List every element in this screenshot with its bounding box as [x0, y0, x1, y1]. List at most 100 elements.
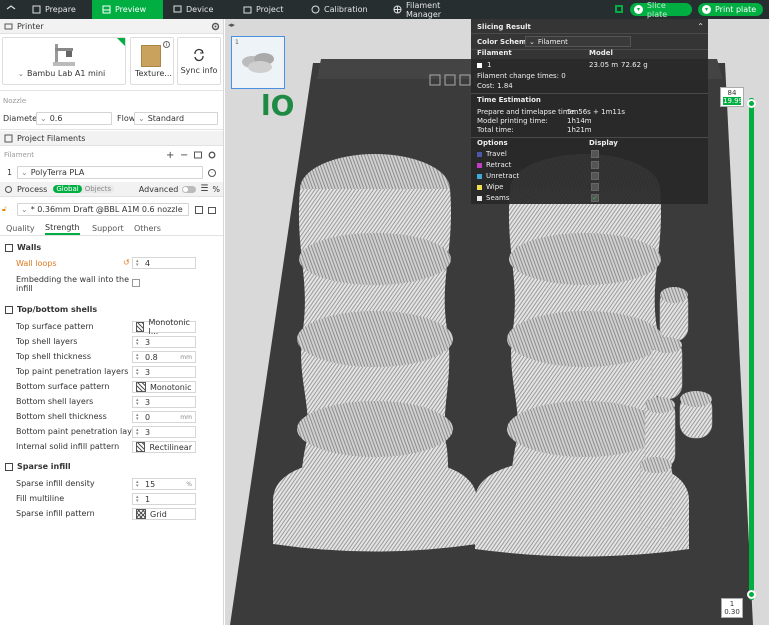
reset-icon[interactable]: ↺ — [123, 258, 130, 267]
process-tabs: Quality Strength Support Others — [0, 222, 223, 236]
filament-color-swatch — [477, 61, 486, 69]
option-value: 3 — [145, 337, 151, 347]
lock-icon[interactable]: 🔓︎ — [2, 205, 7, 214]
plate-thumbnail[interactable]: 1 — [231, 36, 285, 89]
edit-preset-icon[interactable] — [208, 206, 216, 214]
option-input[interactable]: ▴ ▾ 3 — [132, 366, 196, 378]
tab-others[interactable]: Others — [134, 224, 161, 233]
option-value: Monotonic l... — [148, 318, 190, 336]
display-checkbox[interactable] — [591, 183, 599, 191]
top-layer-number: 84 — [727, 89, 737, 97]
display-checkbox[interactable] — [591, 150, 599, 158]
option-input[interactable]: Monotonic l... — [132, 318, 196, 336]
plate-texture-selector[interactable]: i Texture... — [130, 37, 174, 85]
stepper-icon[interactable]: ▴ ▾ — [136, 338, 140, 347]
process-preset-select[interactable]: ⌄ * 0.36mm Draft @BBL A1M 0.6 nozzle — [17, 203, 189, 216]
filament-edit-icon[interactable]: · — [208, 168, 216, 177]
options-header: Options — [477, 139, 508, 147]
stepper-icon[interactable]: ▴ ▾ — [136, 353, 140, 362]
info-icon[interactable]: i — [163, 41, 170, 48]
filament-select[interactable]: ⌄ PolyTerra PLA — [17, 166, 203, 179]
option-input[interactable]: Monotonic — [132, 381, 196, 393]
plate-icon[interactable] — [614, 4, 624, 16]
option-input[interactable]: ▴ ▾ 3 — [132, 336, 196, 348]
print-plate-label: Print plate — [715, 5, 757, 14]
display-checkbox[interactable] — [591, 161, 599, 169]
wall-loops-input[interactable]: ▴ ▾ 4 — [132, 257, 196, 269]
filament-settings-icon[interactable] — [194, 151, 202, 159]
display-checkbox[interactable]: ✓ — [591, 194, 599, 202]
stepper-icon[interactable]: ▴ ▾ — [136, 259, 140, 268]
option-input[interactable]: ▴ ▾ 3 — [132, 396, 196, 408]
option-input[interactable]: ▴ ▾ 0.8 mm — [132, 351, 196, 363]
option-label: Bottom surface pattern — [16, 382, 110, 391]
tab-device[interactable]: Device — [163, 0, 233, 19]
home-button[interactable] — [0, 0, 22, 19]
sync-info-button[interactable]: Sync info — [177, 37, 221, 85]
tab-project[interactable]: Project — [233, 0, 301, 19]
collapse-icon[interactable]: ⌃ — [697, 22, 704, 31]
top-toolbar: Prepare Preview Device Project Calibrati… — [0, 0, 769, 19]
color-scheme-select[interactable]: ⌄ Filament — [525, 36, 631, 47]
global-objects-toggle[interactable]: Global Objects — [53, 185, 115, 193]
gear-icon[interactable] — [208, 151, 216, 159]
filament-row-index: 1 — [487, 61, 492, 69]
option-input[interactable]: ▴ ▾ 15% — [132, 478, 196, 490]
topbottom-title: Top/bottom shells — [17, 305, 98, 314]
tab-strength[interactable]: Strength — [45, 223, 80, 235]
save-preset-icon[interactable] — [195, 205, 203, 214]
diameter-select[interactable]: ⌄ 0.6 — [36, 112, 112, 125]
stepper-icon[interactable]: ▴ ▾ — [136, 398, 140, 407]
printer-name-label: Bambu Lab A1 mini — [27, 69, 106, 78]
embed-wall-checkbox[interactable] — [132, 279, 140, 287]
stepper-icon[interactable]: ▴ ▾ — [136, 480, 140, 489]
model-time-label: Model printing time: — [477, 117, 548, 125]
print-plate-button[interactable]: ▾ Print plate — [698, 3, 763, 16]
option-input[interactable]: ▴ ▾ 3 — [132, 426, 196, 438]
printer-icon — [4, 23, 13, 29]
stepper-icon[interactable]: ▴ ▾ — [136, 495, 140, 504]
tab-support[interactable]: Support — [92, 224, 124, 233]
process-section-header: Process Global Objects Advanced ☰ % — [0, 182, 223, 197]
pattern-icon — [136, 382, 146, 392]
gear-icon[interactable] — [211, 22, 220, 31]
option-input[interactable]: ▴ ▾ 0 mm — [132, 411, 196, 423]
tab-preview[interactable]: Preview — [92, 0, 163, 19]
tab-quality[interactable]: Quality — [6, 224, 35, 233]
option-label: Fill multiline — [16, 494, 65, 503]
flow-select[interactable]: ⌄ Standard — [134, 112, 218, 125]
model-column-header: Model — [589, 49, 613, 57]
list-icon[interactable]: ☰ — [200, 184, 208, 194]
advanced-label: Advanced — [138, 184, 179, 194]
advanced-toggle[interactable] — [182, 185, 197, 193]
filament-row[interactable]: 1 ⌄ PolyTerra PLA · — [0, 166, 223, 179]
tab-filament-manager[interactable]: Filament Manager — [383, 0, 483, 19]
option-label: Bottom shell layers — [16, 397, 94, 406]
layer-slider-track[interactable] — [749, 98, 754, 600]
bottom-layer-handle[interactable] — [747, 590, 756, 599]
global-toggle[interactable]: Global — [53, 185, 82, 193]
stepper-icon[interactable]: ▴ ▾ — [136, 428, 140, 437]
option-input[interactable]: Rectilinear — [132, 441, 196, 453]
tab-calibration[interactable]: Calibration — [301, 0, 383, 19]
remove-filament-icon[interactable]: − — [180, 150, 188, 161]
add-filament-icon[interactable]: + — [166, 150, 174, 161]
option-input[interactable]: ▴ ▾ 1 — [132, 493, 196, 505]
tab-prepare[interactable]: Prepare — [22, 0, 92, 19]
printer-selector[interactable]: Bambu Lab A1 mini ⌄ — [2, 37, 126, 85]
objects-toggle[interactable]: Objects — [82, 185, 114, 193]
stepper-icon[interactable]: ▴ ▾ — [136, 368, 140, 377]
filament-header-row: Filament + − — [0, 149, 223, 161]
filament-change-times: Filament change times: 0 — [477, 72, 566, 80]
display-checkbox[interactable] — [591, 172, 599, 180]
time-estimation-title: Time Estimation — [477, 96, 541, 104]
chevron-down-icon: ⌄ — [40, 114, 47, 123]
stepper-icon[interactable]: ▴ ▾ — [136, 413, 140, 422]
percent-icon[interactable]: % — [212, 185, 220, 194]
option-color-swatch — [477, 195, 482, 201]
option-name: Unretract — [486, 172, 520, 180]
slice-plate-button[interactable]: ▾ Slice plate — [630, 1, 692, 19]
top-layer-handle[interactable] — [747, 99, 756, 108]
option-unit: mm — [180, 353, 192, 361]
option-input[interactable]: Grid — [132, 508, 196, 520]
